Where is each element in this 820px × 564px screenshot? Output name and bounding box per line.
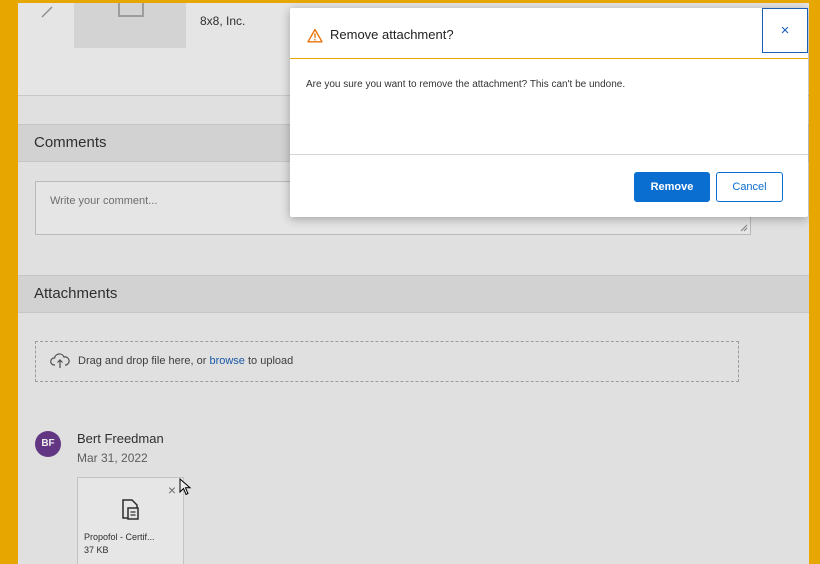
window-frame: 8x8, Inc. Comments Write your comment...… [0,0,820,564]
remove-button[interactable]: Remove [634,172,710,202]
close-button[interactable]: × [762,8,808,53]
dialog-title: Remove attachment? [330,27,454,42]
page-content: 8x8, Inc. Comments Write your comment...… [18,3,809,564]
warning-icon [307,28,323,43]
cancel-button[interactable]: Cancel [716,172,783,202]
dialog-header: Remove attachment? × [290,8,808,59]
dialog-footer: Remove Cancel [290,154,808,217]
remove-attachment-dialog: Remove attachment? × Are you sure you wa… [290,8,808,217]
dialog-message: Are you sure you want to remove the atta… [306,79,626,90]
